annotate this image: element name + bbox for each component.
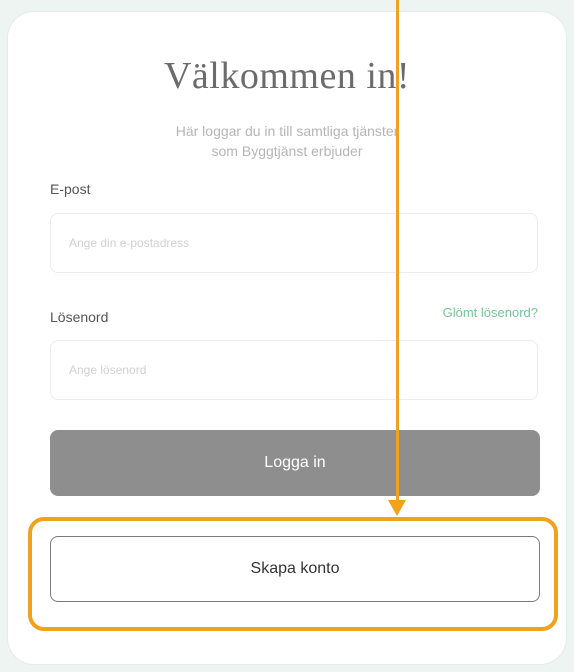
create-account-button[interactable]: Skapa konto	[50, 536, 540, 602]
login-button[interactable]: Logga in	[50, 430, 540, 496]
annotation-arrow-line	[396, 0, 399, 502]
password-label: Lösenord	[50, 309, 109, 325]
email-label: E-post	[50, 181, 91, 197]
password-input[interactable]	[50, 340, 538, 400]
page-title: Välkommen in!	[163, 55, 411, 97]
annotation-arrow-head-icon	[388, 500, 406, 516]
email-input[interactable]	[50, 213, 538, 273]
page-background: Välkommen in! Här loggar du in till samt…	[0, 0, 574, 672]
subtitle-line-1: Här loggar du in till samtliga tjänster	[175, 123, 399, 139]
page-subtitle: Här loggar du in till samtliga tjänster …	[0, 121, 574, 161]
forgot-password-link[interactable]: Glömt lösenord?	[443, 305, 538, 320]
login-button-label: Logga in	[264, 454, 326, 471]
create-account-button-label: Skapa konto	[250, 560, 340, 577]
subtitle-line-2: som Byggtjänst erbjuder	[211, 143, 363, 159]
